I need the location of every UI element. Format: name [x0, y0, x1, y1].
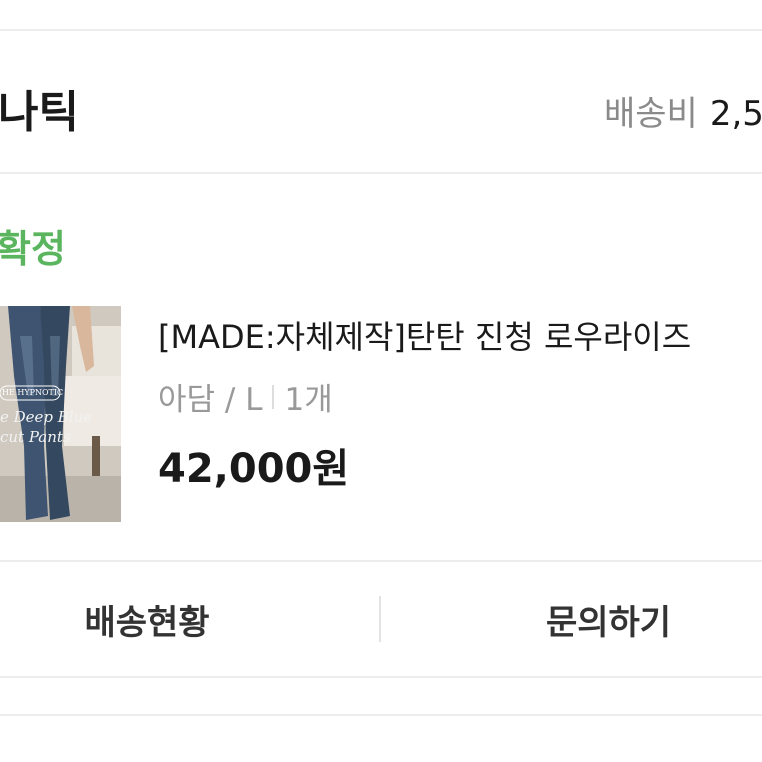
- shipping-fee-value: 2,5: [709, 94, 762, 134]
- order-status: 확정: [0, 227, 66, 271]
- top-divider: [0, 29, 762, 31]
- product-title[interactable]: [MADE:자체제작]탄탄 진청 로우라이즈: [158, 312, 691, 358]
- shipping-fee-label: 배송비: [604, 94, 698, 134]
- inquiry-button[interactable]: 문의하기: [381, 562, 762, 676]
- shipping-fee: 배송비 2,5: [604, 86, 762, 135]
- product-option: 아담 / L 1개: [158, 374, 333, 419]
- option-text: 아담 / L: [158, 382, 263, 418]
- store-name[interactable]: 나틱: [0, 76, 79, 140]
- bottom-divider: [0, 714, 762, 716]
- store-divider: [0, 172, 762, 174]
- photo-caption-line1: e Deep Blue: [0, 408, 93, 426]
- photo-caption-brand: HE HYPNOTIC: [2, 388, 64, 397]
- order-detail-page: 나틱 배송비 2,5 확정 HE HYPNOTIC e Deep Blue cu…: [0, 0, 762, 762]
- photo-caption-line2: cut Pants: [0, 428, 71, 446]
- product-thumbnail[interactable]: HE HYPNOTIC e Deep Blue cut Pants: [0, 306, 121, 522]
- product-price: 42,000원: [158, 446, 350, 492]
- shipping-status-button[interactable]: 배송현황: [0, 562, 380, 676]
- quantity-text: 1개: [284, 382, 333, 418]
- actions-bottom-divider: [0, 676, 762, 678]
- option-separator: [272, 384, 275, 409]
